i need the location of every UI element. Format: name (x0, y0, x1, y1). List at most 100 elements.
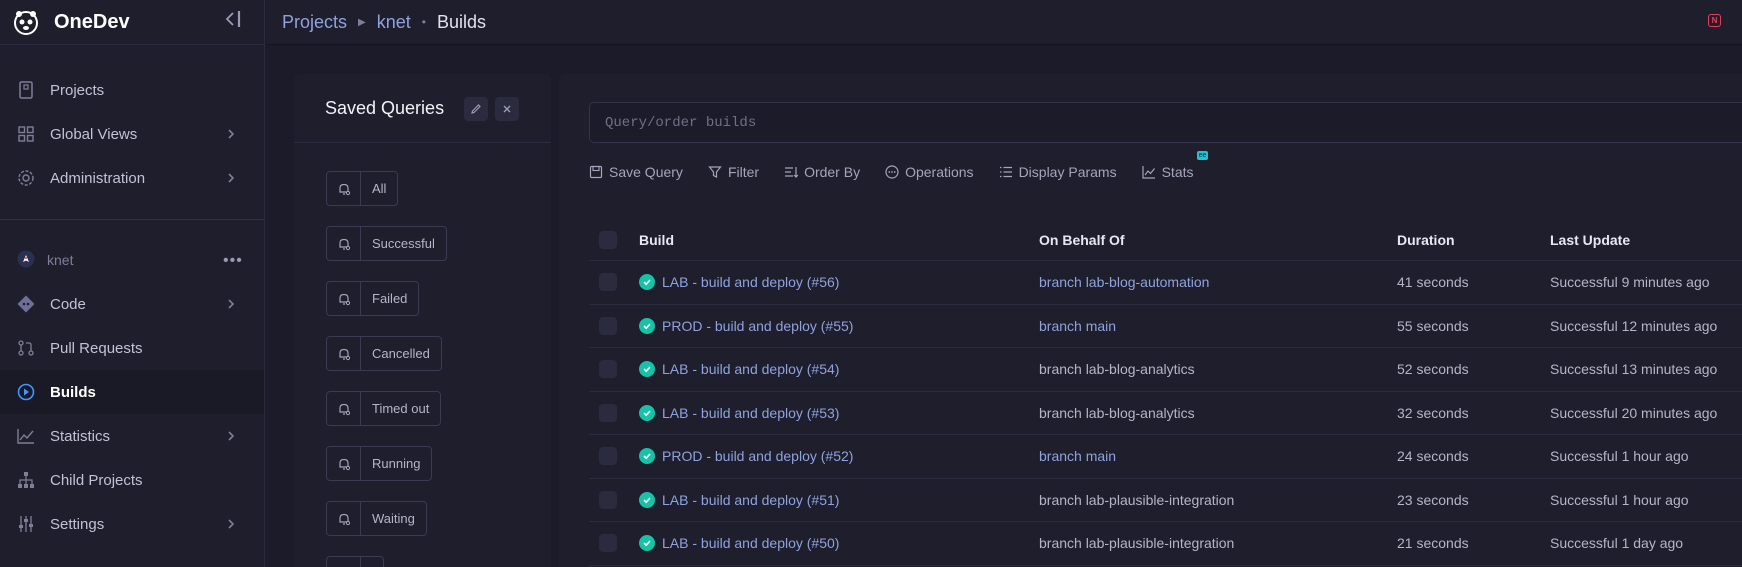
build-cell[interactable]: LAB - build and deploy (#54) (639, 361, 839, 378)
chevron-right-icon (228, 299, 235, 309)
saved-queries-header: Saved Queries (294, 74, 551, 143)
more-icon[interactable]: ••• (223, 252, 243, 270)
builds-table: Build On Behalf Of Duration Last Update … (589, 219, 1742, 566)
saved-query-label[interactable]: Cancelled (361, 337, 441, 370)
saved-query-item[interactable]: Cancelled (326, 336, 442, 371)
chart-icon (17, 427, 35, 445)
stats-button[interactable]: Stats ee (1141, 151, 1209, 180)
query-box[interactable] (589, 102, 1742, 143)
build-link[interactable]: LAB - build and deploy (#53) (662, 405, 839, 421)
sidebar-item-child-projects[interactable]: Child Projects (0, 458, 264, 502)
column-header-build[interactable]: Build (639, 232, 674, 248)
close-saved-queries-button[interactable] (495, 97, 519, 121)
builds-toolbar: Save Query Filter Order By Operations Di… (589, 151, 1219, 180)
breadcrumb-project[interactable]: knet (377, 12, 411, 33)
saved-query-label[interactable]: Timed out (361, 392, 440, 425)
topbar: Projects ▶ knet • Builds (266, 0, 1742, 45)
saved-query-item[interactable]: Waiting (326, 501, 427, 536)
on-behalf-of-text: branch lab-plausible-integration (1039, 491, 1235, 508)
last-update-cell: Successful 1 day ago (1550, 535, 1684, 552)
saved-query-item[interactable]: Successful (326, 226, 447, 261)
pencil-icon (471, 104, 481, 114)
row-checkbox[interactable] (599, 534, 617, 553)
sidebar-item-code[interactable]: Code (0, 282, 264, 326)
saved-query-item[interactable]: All (326, 171, 399, 206)
saved-query-label[interactable]: Successful (361, 227, 446, 260)
row-checkbox[interactable] (599, 490, 617, 509)
sidebar-item-label: Projects (50, 81, 105, 99)
build-link[interactable]: LAB - build and deploy (#51) (662, 492, 839, 508)
build-cell[interactable]: PROD - build and deploy (#52) (639, 448, 853, 465)
display-params-label: Display Params (1018, 164, 1117, 180)
column-header-duration[interactable]: Duration (1397, 232, 1455, 248)
sidebar-item-settings[interactable]: Settings (0, 502, 264, 546)
column-header-on-behalf-of[interactable]: On Behalf Of (1039, 232, 1125, 248)
last-update-cell: Successful 12 minutes ago (1550, 317, 1718, 334)
build-link[interactable]: LAB - build and deploy (#56) (662, 274, 839, 290)
bell-icon[interactable] (327, 282, 361, 315)
select-all-checkbox[interactable] (599, 230, 617, 249)
saved-query-label[interactable] (361, 557, 383, 567)
bell-icon[interactable] (327, 557, 361, 567)
bell-icon[interactable] (327, 392, 361, 425)
sidebar-item-projects[interactable]: Projects (0, 68, 264, 112)
column-header-last-update[interactable]: Last Update (1550, 232, 1630, 248)
edit-queries-button[interactable] (464, 97, 488, 121)
bell-icon[interactable] (327, 447, 361, 480)
display-params-button[interactable]: Display Params (999, 164, 1117, 180)
build-link[interactable]: LAB - build and deploy (#50) (662, 535, 839, 551)
filter-button[interactable]: Filter (708, 164, 759, 180)
saved-query-label[interactable]: Waiting (361, 502, 426, 535)
build-cell[interactable]: LAB - build and deploy (#50) (639, 535, 839, 552)
sidebar-item-builds[interactable]: Builds (0, 370, 264, 414)
saved-query-item[interactable]: Failed (326, 281, 420, 316)
app-name: OneDev (54, 10, 130, 33)
sidebar-item-pull-requests[interactable]: Pull Requests (0, 326, 264, 370)
build-cell[interactable]: LAB - build and deploy (#51) (639, 491, 839, 508)
build-link[interactable]: LAB - build and deploy (#54) (662, 361, 839, 377)
bell-icon[interactable] (327, 227, 361, 260)
row-checkbox[interactable] (599, 360, 617, 379)
on-behalf-of-link[interactable]: branch lab-blog-automation (1039, 274, 1209, 290)
page-title: Builds (436, 11, 486, 32)
order-by-button[interactable]: Order By (784, 164, 860, 180)
project-header[interactable]: knet ••• (0, 238, 264, 282)
saved-query-label[interactable]: Failed (361, 282, 418, 315)
sliders-icon (17, 515, 35, 533)
build-link[interactable]: PROD - build and deploy (#55) (662, 318, 853, 334)
breadcrumb-projects[interactable]: Projects (282, 12, 347, 33)
saved-query-label[interactable]: Running (361, 447, 431, 480)
bell-icon[interactable] (327, 502, 361, 535)
projects-icon (17, 81, 35, 99)
on-behalf-of-link[interactable]: branch main (1039, 318, 1116, 334)
saved-query-label[interactable]: All (361, 172, 397, 205)
saved-query-item[interactable]: Running (326, 446, 433, 481)
sidebar-item-statistics[interactable]: Statistics (0, 414, 264, 458)
saved-query-item[interactable] (326, 556, 384, 567)
table-row: LAB - build and deploy (#54) branch lab-… (589, 348, 1742, 392)
bell-icon[interactable] (327, 172, 361, 205)
build-cell[interactable]: LAB - build and deploy (#53) (639, 404, 839, 421)
duration-cell: 24 seconds (1397, 448, 1469, 465)
save-query-button[interactable]: Save Query (589, 164, 683, 180)
row-checkbox[interactable] (599, 447, 617, 466)
bell-icon[interactable] (327, 337, 361, 370)
notification-badge[interactable]: N (1708, 14, 1721, 27)
row-checkbox[interactable] (599, 403, 617, 422)
operations-button[interactable]: Operations (885, 164, 974, 180)
sidebar-item-global-views[interactable]: Global Views (0, 112, 264, 156)
build-cell[interactable]: PROD - build and deploy (#55) (639, 317, 853, 334)
brand[interactable]: OneDev (0, 0, 264, 45)
collapse-sidebar-icon[interactable] (224, 9, 244, 29)
row-checkbox[interactable] (599, 273, 617, 292)
sidebar-item-label: Global Views (50, 125, 138, 143)
row-checkbox[interactable] (599, 316, 617, 335)
saved-query-item[interactable]: Timed out (326, 391, 442, 426)
build-query-input[interactable] (605, 114, 1105, 131)
last-update-cell: Successful 20 minutes ago (1550, 404, 1718, 421)
sidebar-item-administration[interactable]: Administration (0, 156, 264, 200)
build-link[interactable]: PROD - build and deploy (#52) (662, 448, 853, 464)
on-behalf-of-link[interactable]: branch main (1039, 448, 1116, 464)
build-cell[interactable]: LAB - build and deploy (#56) (639, 274, 839, 291)
sidebar-item-label: Pull Requests (50, 339, 143, 357)
